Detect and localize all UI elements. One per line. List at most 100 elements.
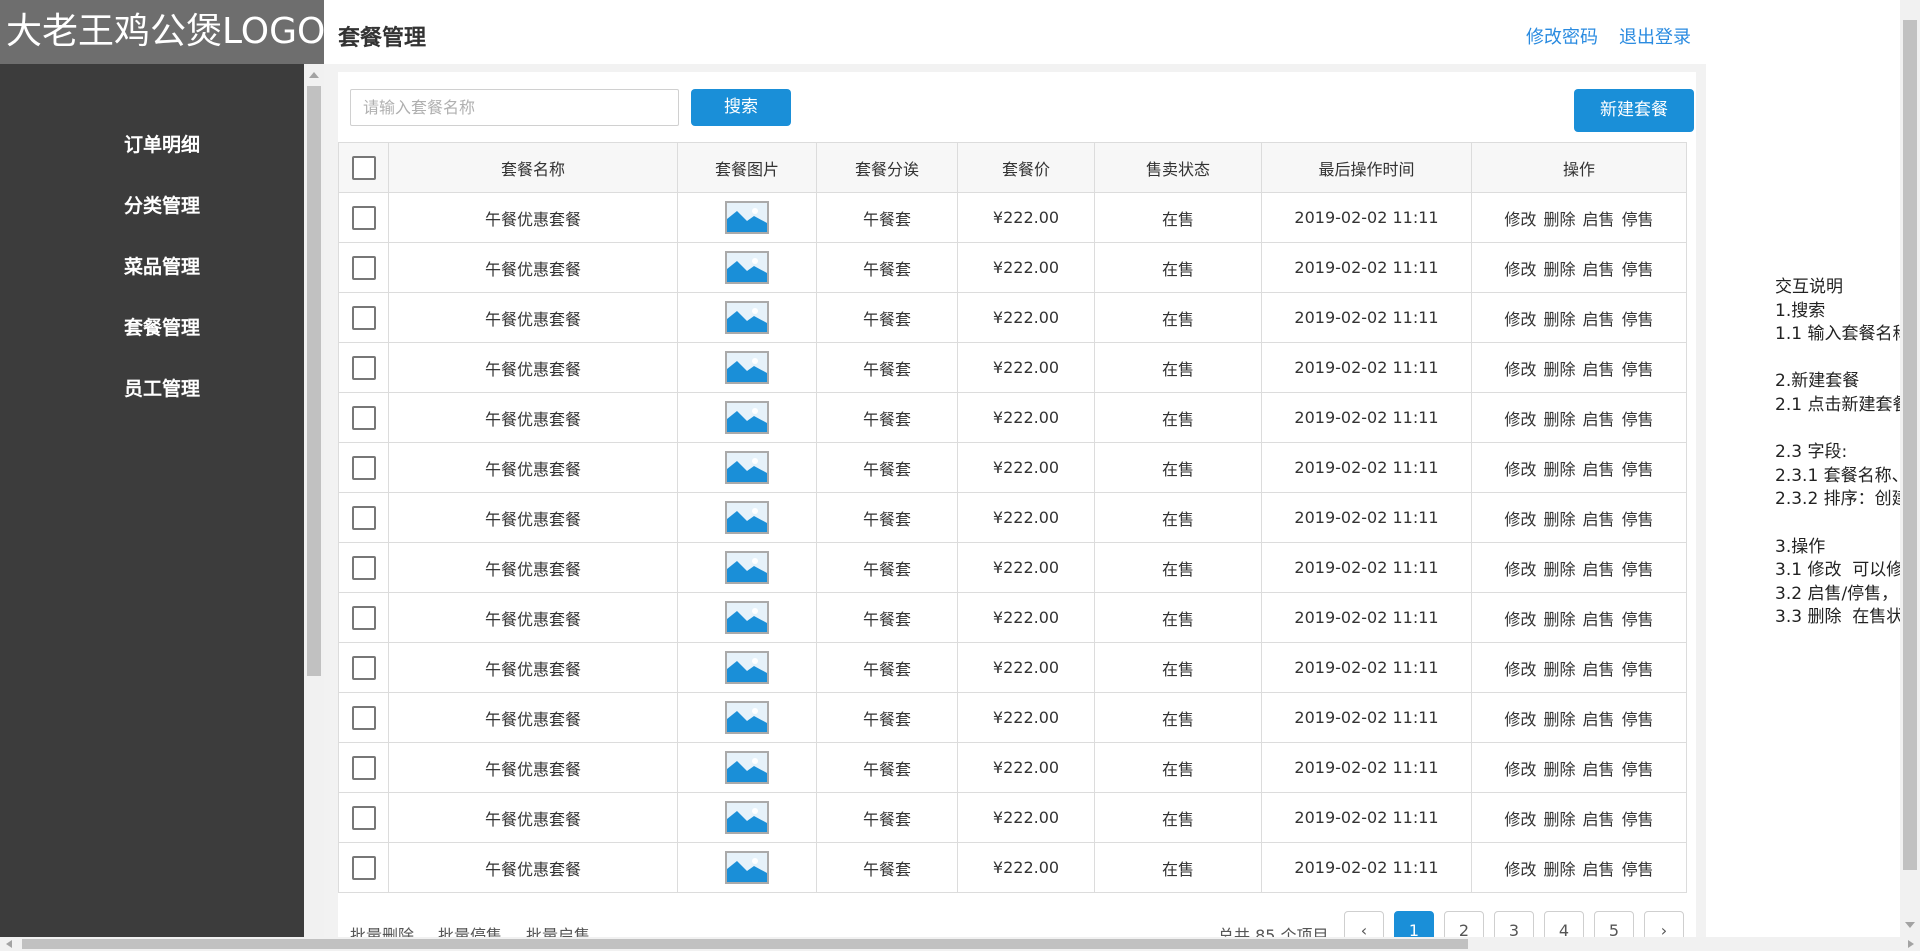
sidebar-item-staff[interactable]: 员工管理 [0,374,304,401]
scroll-down-icon[interactable] [1905,922,1915,928]
start-sale-link[interactable]: 启售 [1583,860,1615,879]
edit-link[interactable]: 修改 [1504,210,1536,229]
start-sale-link[interactable]: 启售 [1583,410,1615,429]
row-checkbox[interactable] [351,855,376,880]
delete-link[interactable]: 删除 [1543,260,1575,279]
horizontal-scrollbar-thumb[interactable] [22,939,1468,949]
stop-sale-link[interactable]: 停售 [1622,410,1654,429]
row-checkbox[interactable] [351,405,376,430]
row-checkbox[interactable] [351,805,376,830]
edit-link[interactable]: 修改 [1504,560,1536,579]
image-placeholder-icon[interactable] [725,751,769,784]
row-checkbox[interactable] [351,255,376,280]
delete-link[interactable]: 删除 [1543,460,1575,479]
scroll-left-icon[interactable] [6,940,12,948]
row-checkbox[interactable] [351,655,376,680]
image-placeholder-icon[interactable] [725,801,769,834]
scroll-right-icon[interactable] [1908,940,1914,948]
delete-link[interactable]: 删除 [1543,760,1575,779]
delete-link[interactable]: 删除 [1543,310,1575,329]
start-sale-link[interactable]: 启售 [1583,210,1615,229]
stop-sale-link[interactable]: 停售 [1622,310,1654,329]
row-checkbox[interactable] [351,355,376,380]
start-sale-link[interactable]: 启售 [1583,360,1615,379]
edit-link[interactable]: 修改 [1504,710,1536,729]
edit-link[interactable]: 修改 [1504,610,1536,629]
start-sale-link[interactable]: 启售 [1583,460,1615,479]
delete-link[interactable]: 删除 [1543,360,1575,379]
image-placeholder-icon[interactable] [725,451,769,484]
stop-sale-link[interactable]: 停售 [1622,760,1654,779]
logout-link[interactable]: 退出登录 [1619,23,1691,49]
start-sale-link[interactable]: 启售 [1583,610,1615,629]
stop-sale-link[interactable]: 停售 [1622,260,1654,279]
edit-link[interactable]: 修改 [1504,760,1536,779]
delete-link[interactable]: 删除 [1543,810,1575,829]
delete-link[interactable]: 删除 [1543,860,1575,879]
image-placeholder-icon[interactable] [725,601,769,634]
edit-link[interactable]: 修改 [1504,410,1536,429]
sidebar-item-dishes[interactable]: 菜品管理 [0,252,304,279]
stop-sale-link[interactable]: 停售 [1622,560,1654,579]
sidebar-item-orders[interactable]: 订单明细 [0,130,304,157]
select-all-checkbox[interactable] [351,155,376,180]
edit-link[interactable]: 修改 [1504,260,1536,279]
stop-sale-link[interactable]: 停售 [1622,360,1654,379]
image-placeholder-icon[interactable] [725,201,769,234]
stop-sale-link[interactable]: 停售 [1622,710,1654,729]
edit-link[interactable]: 修改 [1504,810,1536,829]
delete-link[interactable]: 删除 [1543,410,1575,429]
stop-sale-link[interactable]: 停售 [1622,660,1654,679]
start-sale-link[interactable]: 启售 [1583,510,1615,529]
stop-sale-link[interactable]: 停售 [1622,460,1654,479]
start-sale-link[interactable]: 启售 [1583,310,1615,329]
stop-sale-link[interactable]: 停售 [1622,510,1654,529]
start-sale-link[interactable]: 启售 [1583,760,1615,779]
row-checkbox[interactable] [351,455,376,480]
row-checkbox[interactable] [351,205,376,230]
row-checkbox[interactable] [351,755,376,780]
edit-link[interactable]: 修改 [1504,460,1536,479]
search-input[interactable] [350,89,679,126]
stop-sale-link[interactable]: 停售 [1622,610,1654,629]
image-placeholder-icon[interactable] [725,851,769,884]
edit-link[interactable]: 修改 [1504,860,1536,879]
image-placeholder-icon[interactable] [725,551,769,584]
scroll-up-icon[interactable] [309,72,319,78]
image-placeholder-icon[interactable] [725,701,769,734]
image-placeholder-icon[interactable] [725,401,769,434]
image-placeholder-icon[interactable] [725,251,769,284]
image-placeholder-icon[interactable] [725,301,769,334]
row-checkbox[interactable] [351,605,376,630]
edit-link[interactable]: 修改 [1504,660,1536,679]
search-button[interactable]: 搜索 [691,89,791,126]
delete-link[interactable]: 删除 [1543,510,1575,529]
image-placeholder-icon[interactable] [725,501,769,534]
row-checkbox[interactable] [351,555,376,580]
row-checkbox[interactable] [351,505,376,530]
row-checkbox[interactable] [351,705,376,730]
start-sale-link[interactable]: 启售 [1583,810,1615,829]
sidebar-item-combos[interactable]: 套餐管理 [0,313,304,340]
sidebar-item-categories[interactable]: 分类管理 [0,191,304,218]
page-scrollbar[interactable] [1900,0,1920,937]
image-placeholder-icon[interactable] [725,351,769,384]
delete-link[interactable]: 删除 [1543,710,1575,729]
stop-sale-link[interactable]: 停售 [1622,860,1654,879]
delete-link[interactable]: 删除 [1543,610,1575,629]
delete-link[interactable]: 删除 [1543,660,1575,679]
stop-sale-link[interactable]: 停售 [1622,810,1654,829]
start-sale-link[interactable]: 启售 [1583,260,1615,279]
scrollbar-thumb[interactable] [307,86,321,676]
edit-link[interactable]: 修改 [1504,310,1536,329]
row-checkbox[interactable] [351,305,376,330]
start-sale-link[interactable]: 启售 [1583,560,1615,579]
image-placeholder-icon[interactable] [725,651,769,684]
sidebar-scrollbar[interactable] [304,64,324,937]
start-sale-link[interactable]: 启售 [1583,710,1615,729]
edit-link[interactable]: 修改 [1504,510,1536,529]
edit-link[interactable]: 修改 [1504,360,1536,379]
delete-link[interactable]: 删除 [1543,210,1575,229]
change-password-link[interactable]: 修改密码 [1526,23,1598,49]
start-sale-link[interactable]: 启售 [1583,660,1615,679]
